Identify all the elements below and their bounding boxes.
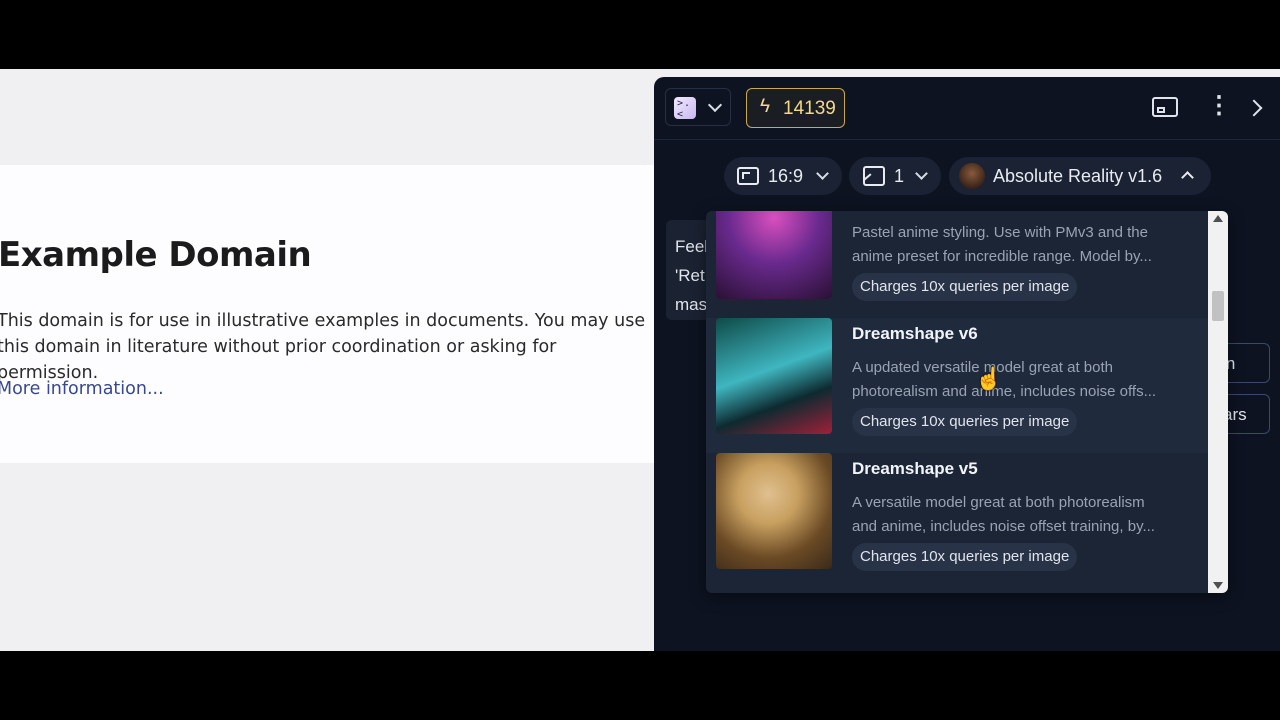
app-logo-icon: >.< [674, 97, 696, 120]
model-list: Pastel anime styling. Use with PMv3 and … [706, 211, 1208, 593]
credits-count: 14139 [783, 98, 836, 119]
aspect-ratio-value: 16:9 [768, 166, 804, 186]
model-description-line: and anime, includes noise offset trainin… [852, 518, 1155, 535]
model-description-line: A updated versatile model great at both [852, 359, 1114, 376]
page-paragraph: This domain is for use in illustrative e… [0, 311, 646, 383]
prompt-text-line: 'Ret [675, 266, 705, 285]
model-option[interactable]: Dreamshape v5 A versatile model great at… [706, 453, 1208, 588]
chevron-up-icon [1181, 171, 1194, 184]
model-avatar [959, 163, 985, 189]
dropdown-scrollbar[interactable] [1208, 211, 1228, 593]
model-description-line: photorealism and anime, includes noise o… [852, 383, 1157, 400]
model-dropdown: Pastel anime styling. Use with PMv3 and … [706, 211, 1228, 593]
aspect-ratio-select[interactable]: 16:9 [724, 157, 842, 195]
model-thumbnail [716, 453, 832, 569]
side-action-button[interactable]: ars [1222, 394, 1270, 434]
aspect-ratio-icon [737, 167, 759, 185]
scroll-up-arrow-icon[interactable] [1213, 215, 1223, 222]
page-title: Example Domain [0, 235, 312, 275]
model-option[interactable]: Pastel anime styling. Use with PMv3 and … [706, 211, 1208, 318]
charges-badge: Charges 10x queries per image [852, 408, 1078, 436]
panel-topbar: >.< ϟ 14139 ⋮ [654, 77, 1280, 140]
chevron-down-icon [707, 97, 723, 113]
charges-badge: Charges 10x queries per image [852, 273, 1078, 301]
browser-viewport: Example Domain This domain is for use in… [0, 69, 1280, 651]
model-title: Dreamshape v5 [852, 459, 978, 478]
chevron-right-icon[interactable] [1245, 99, 1263, 117]
scrollbar-thumb[interactable] [1212, 291, 1224, 321]
model-description: A versatile model great at both photorea… [852, 491, 1196, 539]
model-select[interactable]: Absolute Reality v1.6 [949, 157, 1211, 195]
model-title: Dreamshape v6 [852, 324, 978, 343]
more-information-link[interactable]: More information... [0, 379, 164, 399]
model-description: Pastel anime styling. Use with PMv3 and … [852, 221, 1196, 269]
model-description: A updated versatile model great at both … [852, 356, 1196, 404]
example-domain-card: Example Domain This domain is for use in… [0, 165, 654, 463]
scroll-down-arrow-icon[interactable] [1213, 582, 1223, 589]
hand-cursor-icon: ☝ [975, 366, 1003, 391]
chevron-down-icon [816, 167, 829, 180]
model-select-value: Absolute Reality v1.6 [993, 166, 1163, 186]
image-icon [863, 166, 885, 186]
model-description-line: anime preset for incredible range. Model… [852, 248, 1152, 265]
app-switcher-button[interactable]: >.< [665, 88, 731, 126]
model-description-line: A versatile model great at both photorea… [852, 494, 1145, 511]
image-count-value: 1 [894, 166, 905, 186]
picture-in-picture-icon[interactable] [1152, 97, 1178, 117]
lightning-icon: ϟ [760, 96, 771, 117]
assistant-panel: >.< ϟ 14139 ⋮ 16:9 1 Absolute Reality v1… [654, 77, 1280, 651]
image-count-select[interactable]: 1 [849, 157, 941, 195]
model-option[interactable]: Dreamshape v6 A updated versatile model … [706, 318, 1208, 453]
prompt-text-line: mas [675, 295, 708, 314]
prompt-text-line: Feel [675, 237, 709, 256]
model-thumbnail [716, 211, 832, 299]
more-options-icon[interactable]: ⋮ [1207, 94, 1231, 118]
hidden-prompt-card: Feel 'Ret mas [666, 220, 710, 320]
model-thumbnail [716, 318, 832, 434]
charges-badge: Charges 10x queries per image [852, 543, 1078, 571]
chevron-down-icon [915, 167, 928, 180]
model-description-line: Pastel anime styling. Use with PMv3 and … [852, 224, 1148, 241]
credits-badge[interactable]: ϟ 14139 [746, 88, 845, 128]
